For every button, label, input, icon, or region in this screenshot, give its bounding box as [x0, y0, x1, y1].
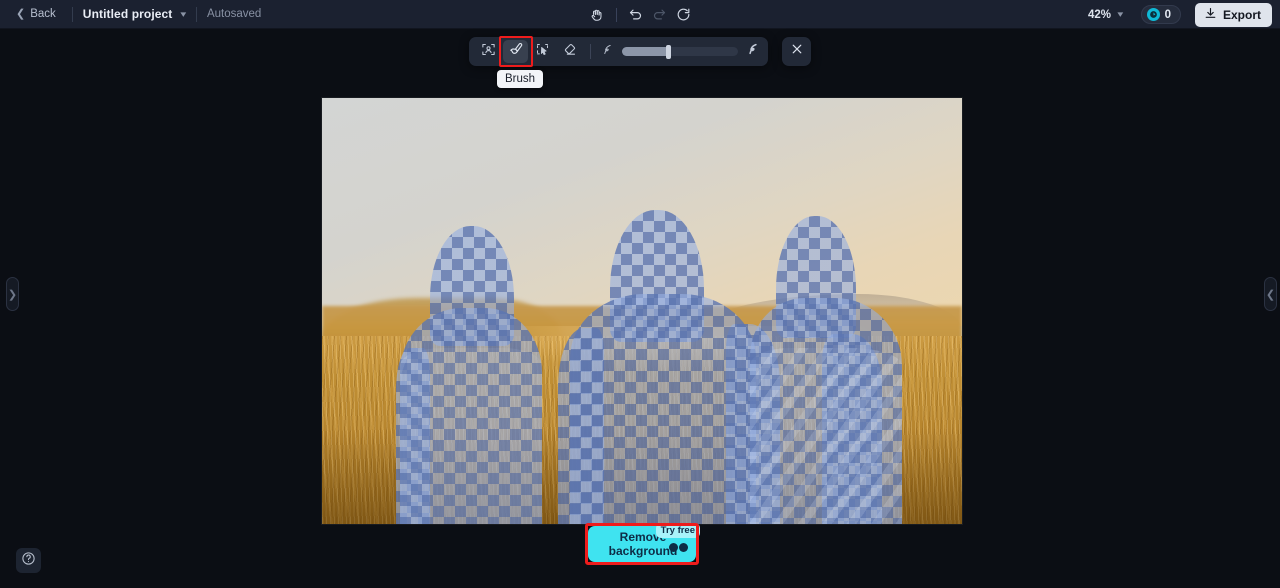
cursor-select-icon — [535, 42, 550, 62]
select-subject-tool-button[interactable] — [476, 40, 501, 63]
brush-small-icon — [601, 43, 614, 61]
zoom-level-value: 42% — [1088, 8, 1112, 21]
header-divider-2 — [195, 6, 197, 22]
brush-tooltip: Brush — [497, 70, 544, 88]
chevron-left-icon: ❮ — [16, 7, 26, 20]
portrait-select-icon — [481, 42, 496, 62]
chevron-down-icon[interactable]: ▾ — [181, 9, 187, 20]
coin-2 — [679, 543, 688, 552]
credits-count: 0 — [1164, 8, 1171, 21]
reset-icon — [676, 7, 691, 22]
header-right-group: 42% ▾ 0 Export — [1084, 0, 1272, 29]
slider-fill — [622, 47, 670, 56]
app-root: ❮ Back Untitled project ▾ Autosaved 42% … — [0, 0, 1280, 588]
credit-coin-icon — [1146, 8, 1160, 21]
credit-coins-icon — [669, 543, 688, 552]
eraser-icon — [562, 42, 577, 62]
download-icon — [1204, 7, 1217, 23]
photo-person3-clothing — [750, 348, 902, 524]
hand-tool-button[interactable] — [585, 4, 609, 26]
eraser-tool-button[interactable] — [557, 40, 582, 63]
remove-background-line2: background — [608, 544, 678, 558]
export-label: Export — [1222, 7, 1261, 22]
remove-background-group: Remove background Try free — [588, 523, 700, 562]
coin-1 — [669, 543, 678, 552]
chevron-left-icon: ❮ — [1265, 288, 1276, 301]
brush-large-icon — [746, 42, 760, 61]
autosaved-status: Autosaved — [206, 8, 262, 20]
brush-icon — [508, 41, 524, 62]
credits-badge[interactable]: 0 — [1140, 5, 1181, 24]
chevron-down-icon: ▾ — [1117, 9, 1124, 19]
undo-button[interactable] — [624, 4, 648, 26]
brush-tool-button[interactable] — [503, 40, 528, 63]
header-left-group: ❮ Back Untitled project ▾ Autosaved — [0, 0, 261, 28]
redo-icon — [652, 7, 667, 22]
slider-handle[interactable] — [666, 44, 671, 59]
magic-select-tool-button[interactable] — [530, 40, 555, 63]
close-toolbar-button[interactable] — [782, 37, 811, 66]
brush-size-large-button[interactable] — [744, 41, 762, 63]
toolbar-divider — [590, 44, 591, 59]
right-panel-toggle[interactable]: ❮ — [1264, 277, 1277, 311]
brush-size-slider[interactable] — [622, 44, 738, 59]
header-divider-1 — [71, 6, 73, 22]
left-panel-toggle[interactable]: ❯ — [6, 277, 19, 311]
brush-size-small-button[interactable] — [598, 41, 616, 63]
editing-toolbar — [469, 37, 768, 66]
hand-tool-icon — [590, 8, 604, 22]
chevron-right-icon: ❯ — [7, 288, 18, 301]
back-button[interactable]: ❮ Back — [10, 5, 62, 23]
back-label: Back — [30, 8, 56, 20]
close-icon — [790, 42, 804, 61]
app-header: ❮ Back Untitled project ▾ Autosaved 42% … — [0, 0, 1280, 29]
undo-icon — [628, 7, 643, 22]
selection-mask-person2-body — [570, 294, 756, 524]
project-name[interactable]: Untitled project — [83, 7, 173, 21]
question-circle-icon — [21, 551, 36, 571]
zoom-control[interactable]: 42% ▾ — [1084, 6, 1127, 24]
export-button[interactable]: Export — [1194, 2, 1272, 27]
photo-person1-clothing — [400, 348, 542, 524]
image-canvas[interactable] — [322, 98, 962, 524]
help-button[interactable] — [16, 548, 41, 573]
redo-button[interactable] — [648, 4, 672, 26]
reset-button[interactable] — [672, 4, 696, 26]
header-tool-divider — [615, 7, 617, 22]
try-free-badge[interactable]: Try free — [655, 523, 700, 538]
